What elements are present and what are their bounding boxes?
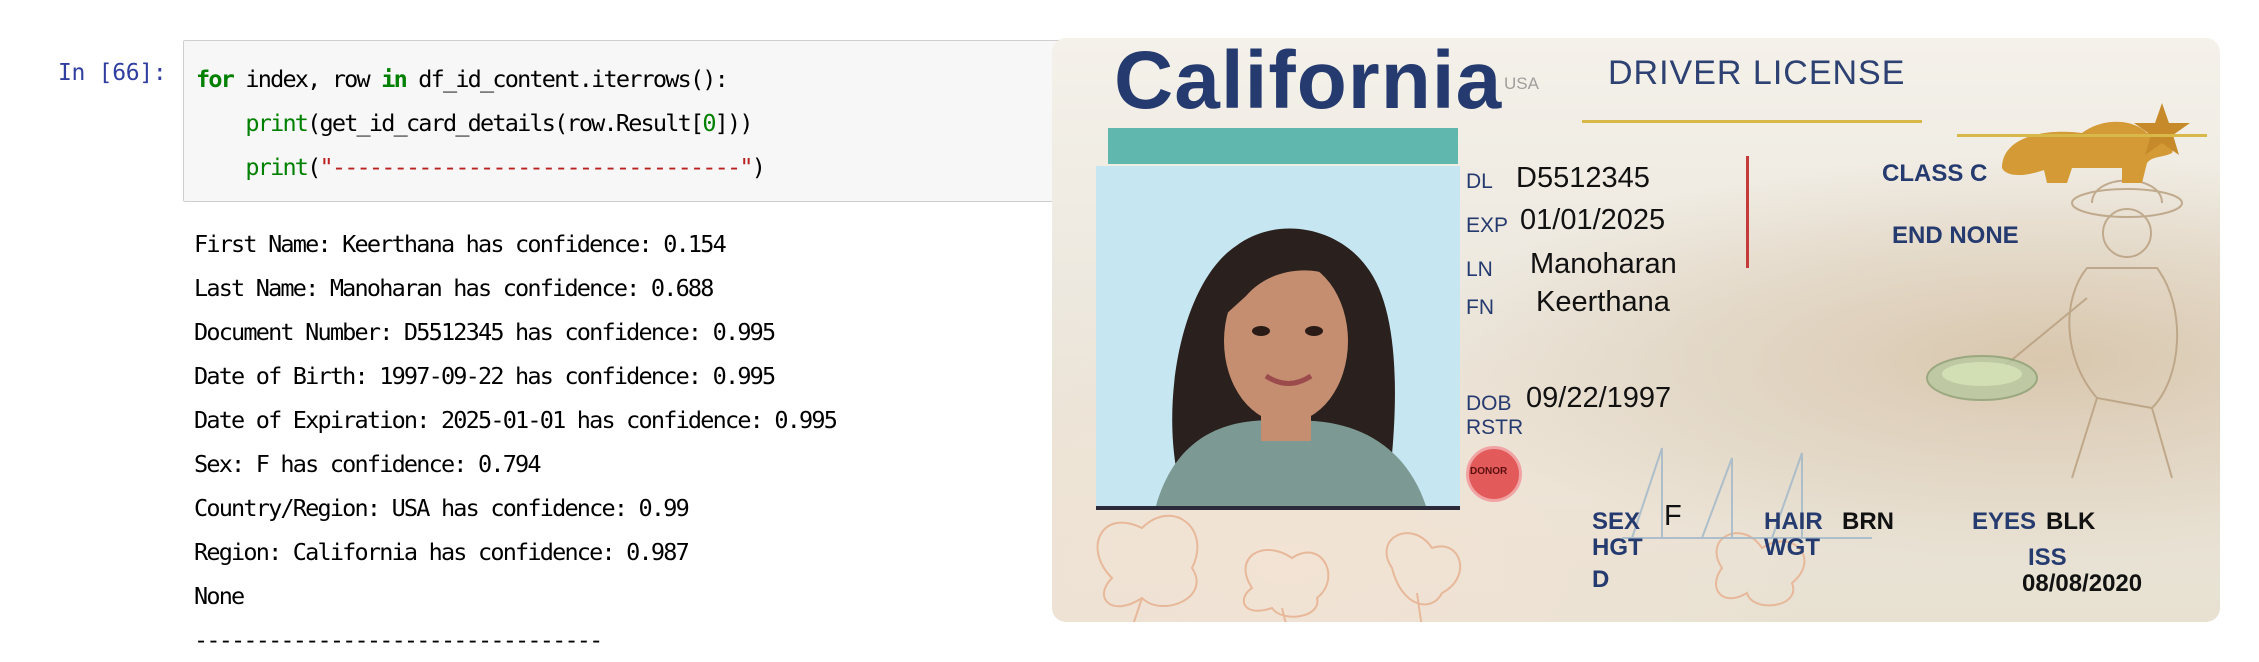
- card-country: USA: [1504, 74, 1539, 93]
- ln-value: Manoharan: [1530, 248, 1677, 280]
- output-line: Sex: F has confidence: 0.794: [194, 450, 542, 478]
- hair-value: BRN: [1842, 508, 1894, 535]
- d-label: D: [1592, 566, 1610, 593]
- end-label: END NONE: [1892, 222, 2019, 249]
- code-text: index, row: [233, 65, 382, 93]
- output-line: ---------------------------------: [194, 626, 603, 654]
- string-literal: "---------------------------------": [319, 153, 754, 181]
- output-line: First Name: Keerthana has confidence: 0.…: [194, 230, 727, 258]
- red-divider: [1746, 156, 1749, 268]
- dob-value: 09/22/1997: [1526, 382, 1672, 414]
- exp-value: 01/01/2025: [1520, 204, 1666, 236]
- gold-miner-illustration-icon: [1926, 179, 2183, 479]
- hgt-label: HGT: [1592, 534, 1643, 561]
- dob-label: DOB: [1466, 392, 1512, 415]
- gold-divider: [1582, 120, 1922, 123]
- output-line: None: [194, 582, 245, 610]
- output-line: Date of Birth: 1997-09-22 has confidence…: [194, 362, 776, 390]
- code-input-area[interactable]: for index, row in df_id_content.iterrows…: [183, 40, 1063, 202]
- iss-label: ISS: [2028, 544, 2067, 571]
- state-bear-emblem-icon: [2002, 103, 2190, 183]
- code-text: (: [307, 153, 321, 181]
- code-text: (get_id_card_details(row.Result[: [307, 109, 704, 137]
- wgt-label: WGT: [1764, 534, 1820, 561]
- hair-label: HAIR: [1764, 508, 1823, 535]
- sex-value: F: [1664, 500, 1682, 532]
- ln-label: LN: [1466, 258, 1493, 281]
- iss-value: 08/08/2020: [2022, 570, 2143, 597]
- code-editor[interactable]: for index, row in df_id_content.iterrows…: [196, 57, 766, 189]
- keyword-in: in: [381, 65, 407, 93]
- eyes-value: BLK: [2046, 508, 2096, 535]
- input-prompt: In [66]:: [58, 60, 167, 86]
- keyword-for: for: [196, 65, 235, 93]
- sex-label: SEX: [1592, 508, 1641, 535]
- output-line: Country/Region: USA has confidence: 0.99: [194, 494, 690, 522]
- number-literal: 0: [702, 109, 716, 137]
- portrait-icon: [1096, 166, 1460, 506]
- builtin-print: print: [245, 109, 309, 137]
- rstr-label: RSTR: [1466, 416, 1524, 439]
- code-text: ): [751, 153, 766, 181]
- exp-label: EXP: [1466, 214, 1509, 237]
- dl-value: D5512345: [1516, 162, 1650, 194]
- gold-divider: [1957, 134, 2207, 137]
- cell-output: First Name: Keerthana has confidence: 0.…: [194, 222, 838, 662]
- driver-license-image: California USA DRIVER LICENSE DL D551234…: [1052, 38, 2220, 622]
- builtin-print: print: [245, 153, 309, 181]
- output-line: Date of Expiration: 2025-01-01 has confi…: [194, 406, 838, 434]
- output-line: Document Number: D5512345 has confidence…: [194, 318, 776, 346]
- code-text: ])): [714, 109, 754, 137]
- card-state-title: California: [1114, 38, 1503, 126]
- photo-top-bar: [1108, 128, 1458, 164]
- class-label: CLASS C: [1882, 160, 1988, 187]
- fn-label: FN: [1466, 296, 1494, 319]
- donor-label: DONOR: [1470, 466, 1508, 477]
- code-text: df_id_content.iterrows():: [405, 65, 729, 93]
- eyes-label: EYES: [1972, 508, 2037, 535]
- output-line: Last Name: Manoharan has confidence: 0.6…: [194, 274, 714, 302]
- dl-label: DL: [1466, 170, 1493, 193]
- card-document-title: DRIVER LICENSE: [1608, 54, 1906, 92]
- fn-value: Keerthana: [1536, 286, 1670, 318]
- output-line: Region: California has confidence: 0.987: [194, 538, 690, 566]
- portrait-photo: [1096, 166, 1460, 510]
